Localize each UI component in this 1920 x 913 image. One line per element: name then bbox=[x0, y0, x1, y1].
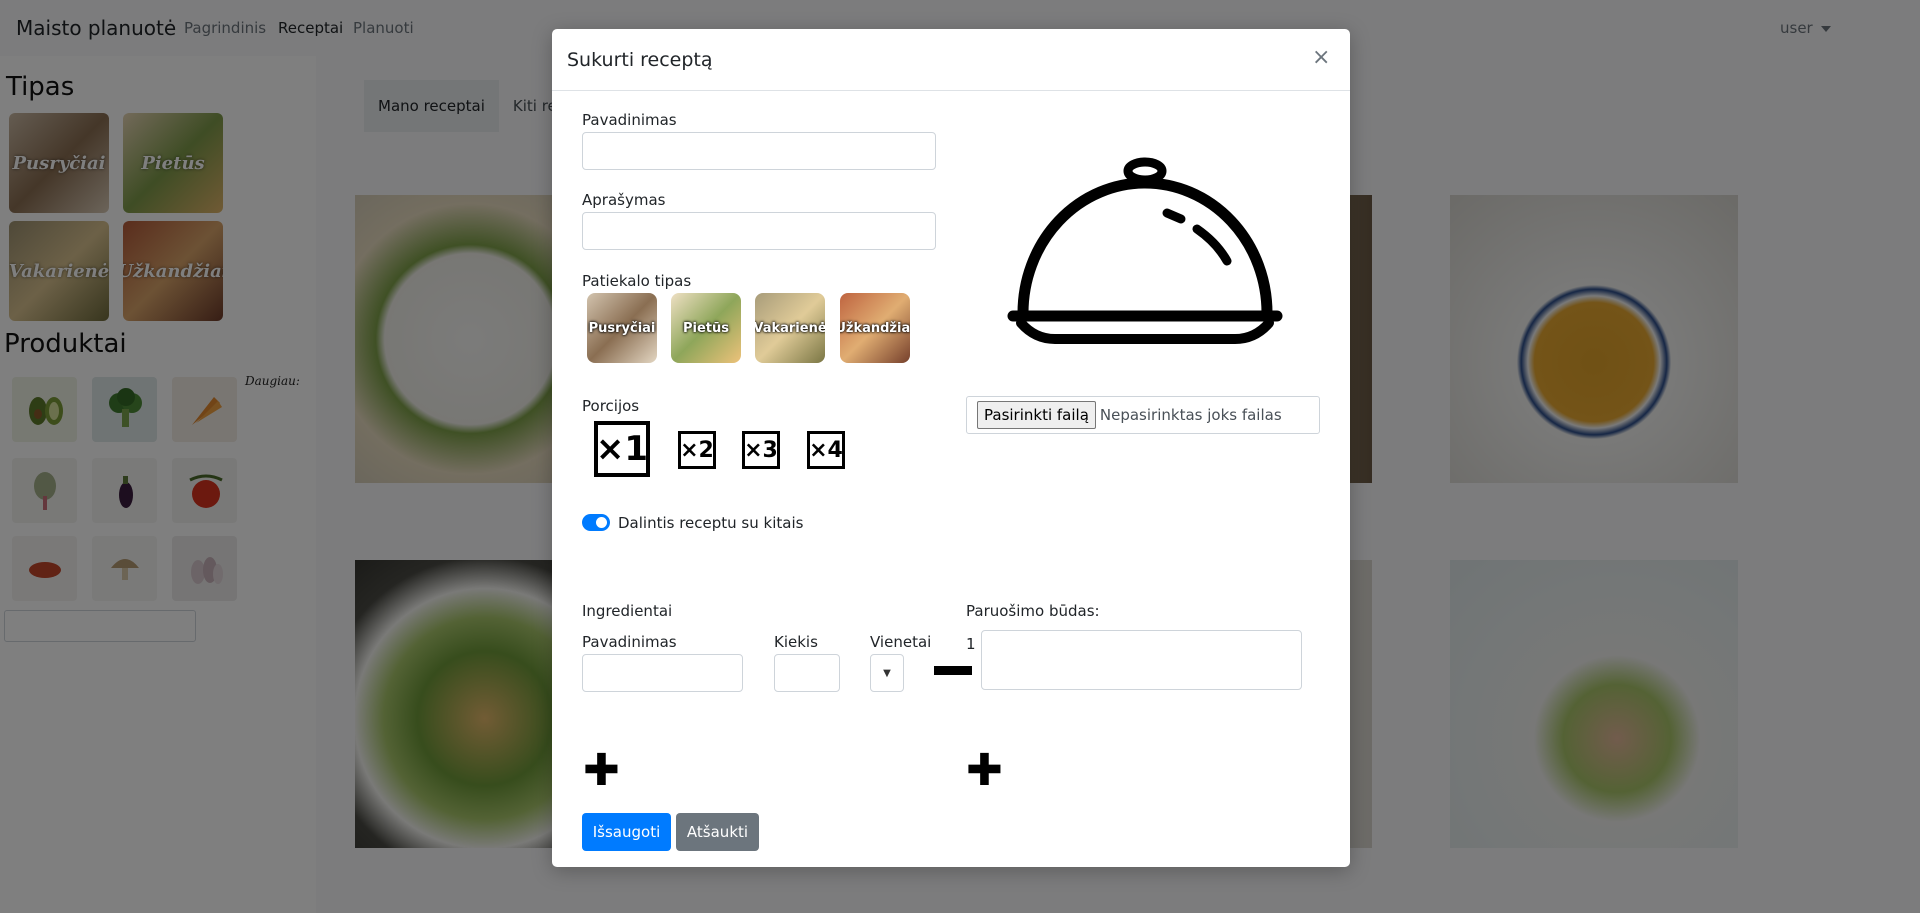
save-button[interactable]: Išsaugoti bbox=[582, 813, 671, 851]
create-recipe-modal: Sukurti receptą × Pavadinimas Aprašymas … bbox=[552, 29, 1350, 867]
close-icon[interactable]: × bbox=[1312, 47, 1330, 69]
dish-type-label: Patiekalo tipas bbox=[582, 272, 692, 290]
add-ingredient-icon[interactable]: ✚ bbox=[583, 749, 620, 793]
add-step-icon[interactable]: ✚ bbox=[966, 749, 1003, 793]
portion-x3-button[interactable]: ×3 bbox=[742, 431, 780, 469]
portion-x4-button[interactable]: ×4 bbox=[807, 431, 845, 469]
recipe-name-input[interactable] bbox=[582, 132, 936, 170]
remove-ingredient-icon[interactable] bbox=[934, 666, 972, 675]
ingredient-unit-label: Vienetai bbox=[870, 633, 932, 651]
cloche-icon bbox=[1007, 157, 1283, 344]
image-file-input[interactable]: Pasirinkti failą Nepasirinktas joks fail… bbox=[966, 396, 1320, 434]
ingredient-name-input[interactable] bbox=[582, 654, 743, 692]
ingredient-quantity-input[interactable] bbox=[774, 654, 840, 692]
ingredient-quantity-label: Kiekis bbox=[774, 633, 818, 651]
dish-type-label-text: Pietūs bbox=[682, 320, 729, 336]
modal-title: Sukurti receptą bbox=[567, 49, 713, 71]
cancel-button[interactable]: Atšaukti bbox=[676, 813, 759, 851]
recipe-description-label: Aprašymas bbox=[582, 191, 666, 209]
dish-type-label-text: Užkandžiai bbox=[840, 320, 910, 336]
modal-header: Sukurti receptą × bbox=[552, 29, 1350, 91]
dish-type-breakfast[interactable]: Pusryčiai bbox=[587, 293, 657, 363]
share-recipe-toggle[interactable] bbox=[582, 514, 610, 531]
ingredient-unit-select[interactable]: ▼ bbox=[870, 654, 904, 692]
choose-file-button[interactable]: Pasirinkti failą bbox=[977, 401, 1096, 429]
recipe-name-label: Pavadinimas bbox=[582, 111, 677, 129]
dish-type-label-text: Vakarienė bbox=[755, 320, 825, 336]
ingredient-name-label: Pavadinimas bbox=[582, 633, 677, 651]
preparation-label: Paruošimo būdas: bbox=[966, 602, 1100, 620]
file-status-text: Nepasirinktas joks failas bbox=[1099, 406, 1282, 424]
dish-type-lunch[interactable]: Pietūs bbox=[671, 293, 741, 363]
chevron-down-icon: ▼ bbox=[883, 667, 891, 679]
portions-label: Porcijos bbox=[582, 397, 640, 415]
ingredients-label: Ingredientai bbox=[582, 602, 673, 620]
dish-type-label-text: Pusryčiai bbox=[588, 320, 656, 336]
share-recipe-label: Dalintis receptu su kitais bbox=[618, 514, 804, 532]
step-textarea[interactable] bbox=[981, 630, 1302, 690]
portion-x1-button[interactable]: ×1 bbox=[594, 421, 650, 477]
recipe-description-input[interactable] bbox=[582, 212, 936, 250]
step-number: 1 bbox=[966, 635, 976, 653]
dish-type-dinner[interactable]: Vakarienė bbox=[755, 293, 825, 363]
dish-type-snacks[interactable]: Užkandžiai bbox=[840, 293, 910, 363]
portion-x2-button[interactable]: ×2 bbox=[678, 431, 716, 469]
